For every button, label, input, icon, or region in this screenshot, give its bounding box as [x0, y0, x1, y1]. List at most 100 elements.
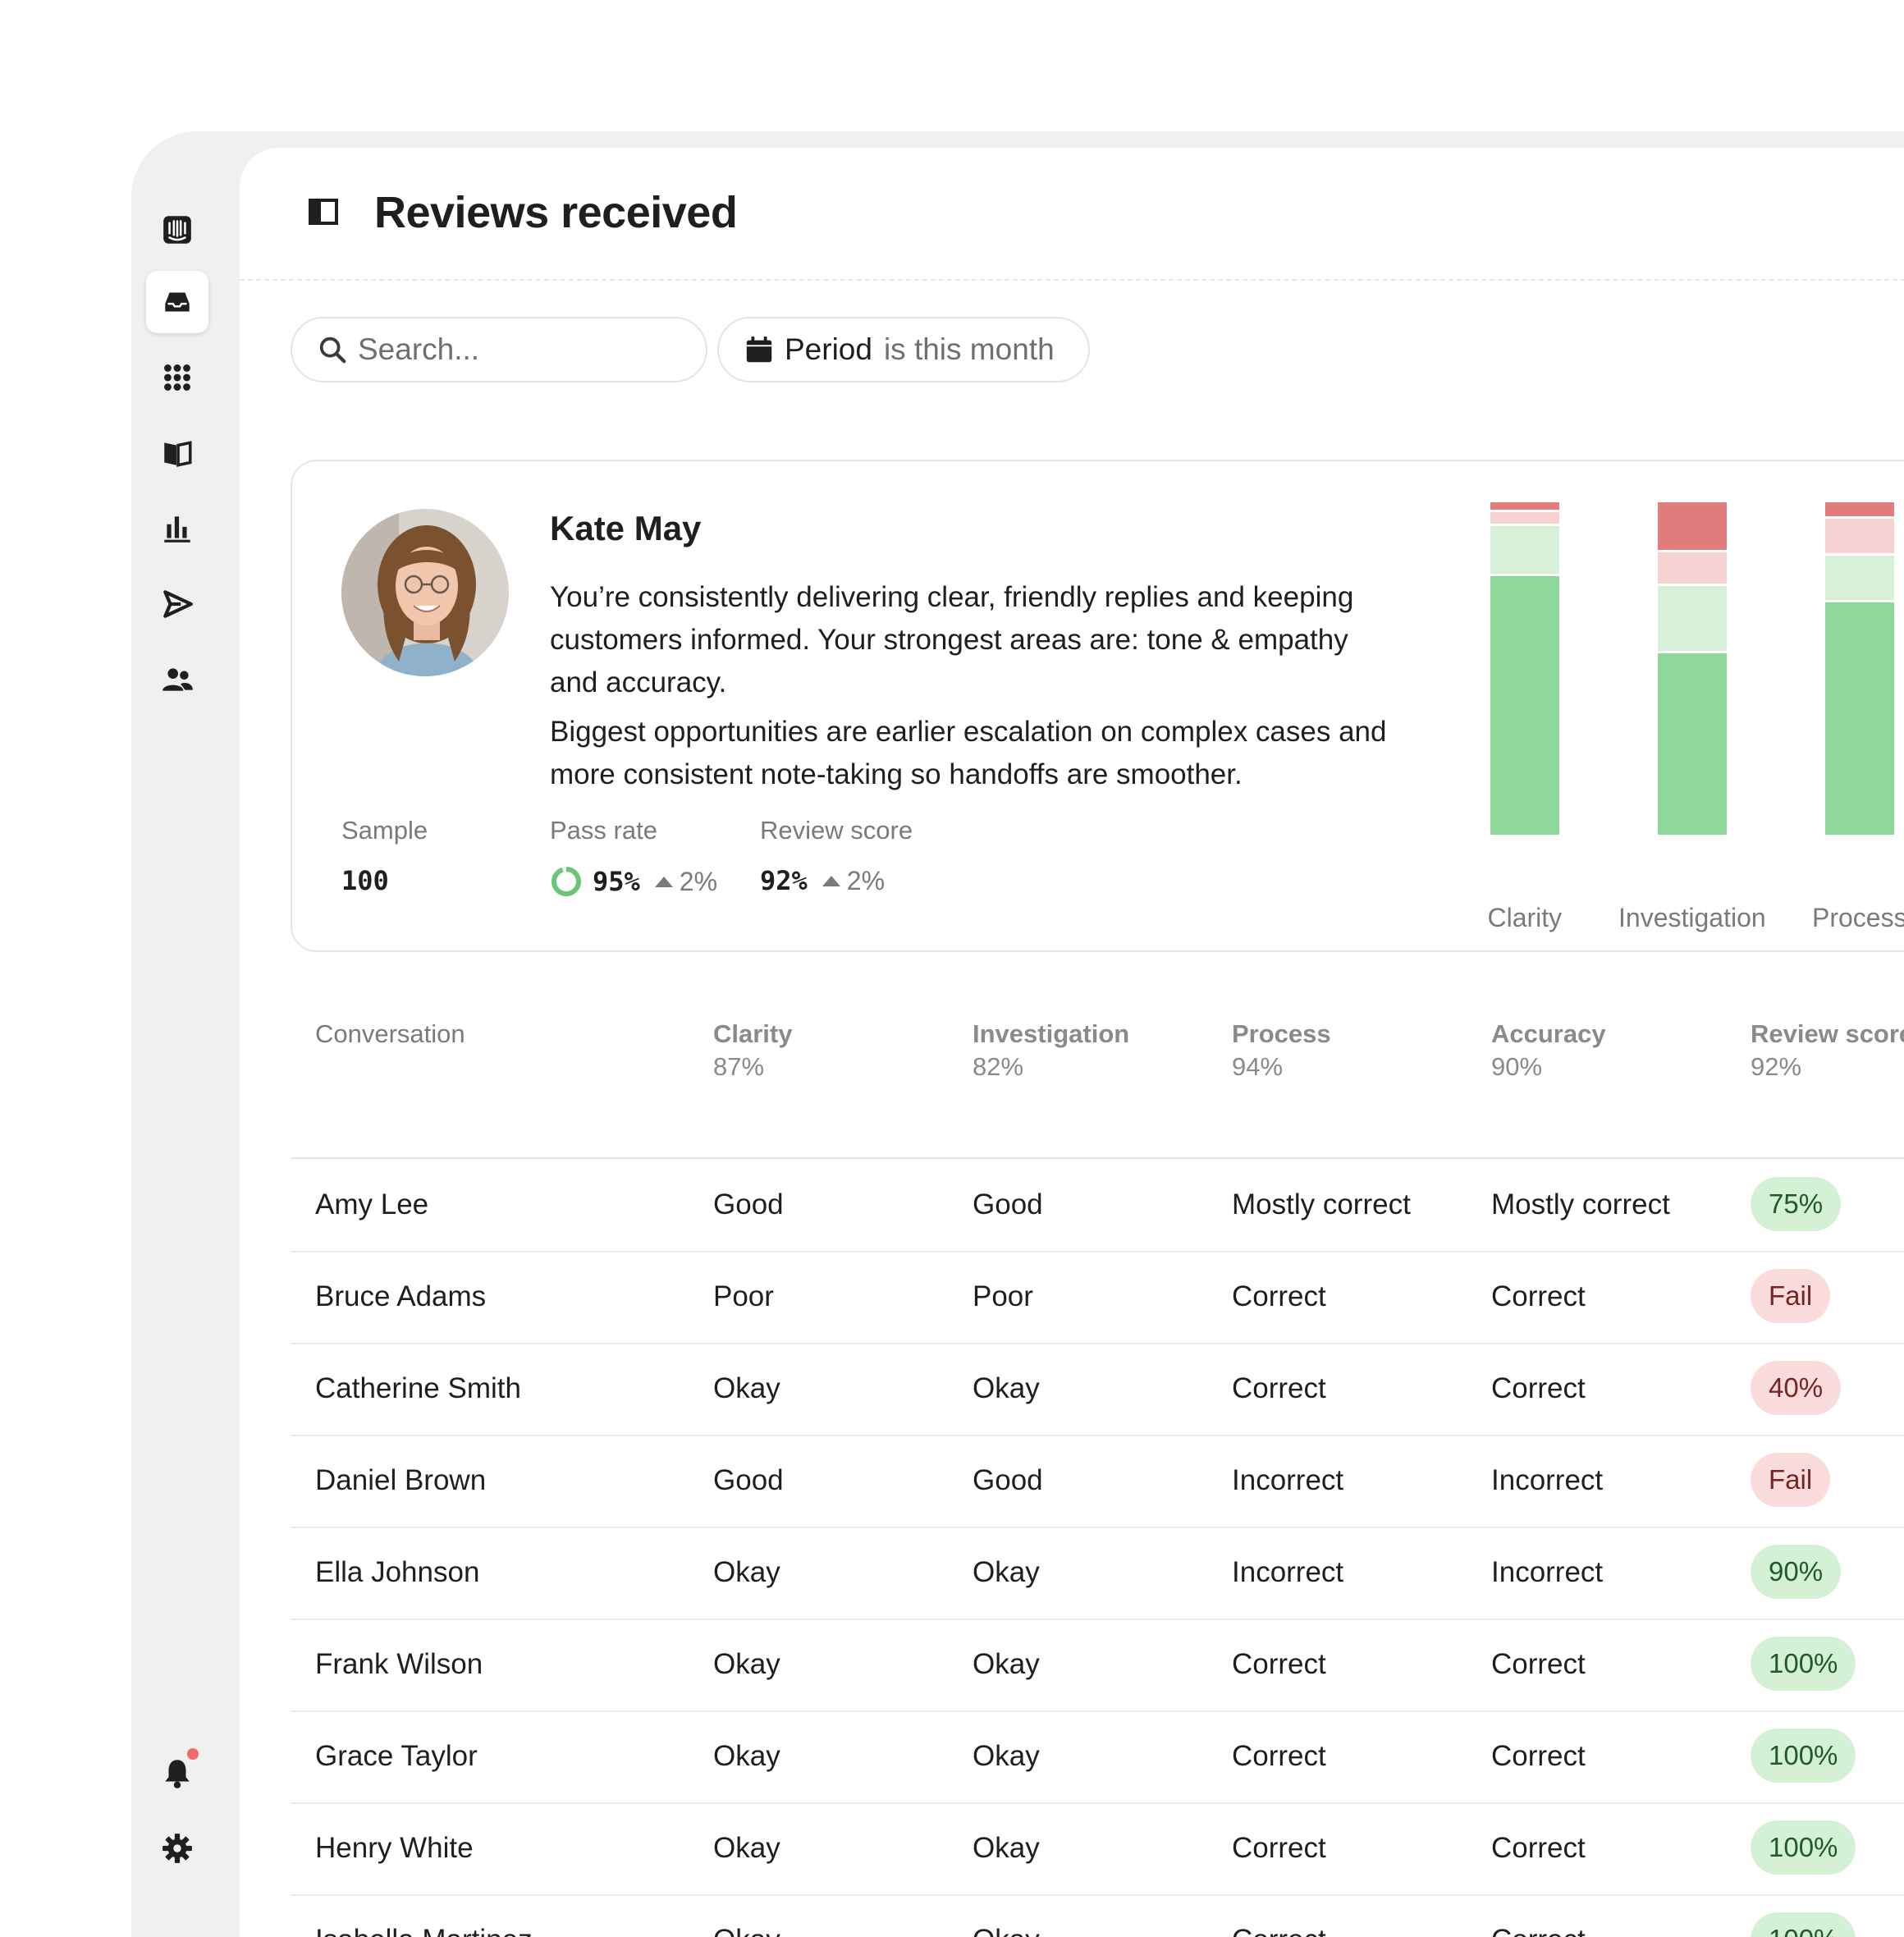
page-title: Reviews received — [374, 188, 738, 237]
notification-dot — [187, 1748, 199, 1760]
cell-accuracy: Correct — [1491, 1648, 1586, 1680]
review-score-delta: 2% — [821, 866, 885, 896]
review-score-delta-value: 2% — [846, 865, 886, 895]
table-row[interactable]: Grace Taylor Okay Okay Correct Correct 100% — [291, 1710, 1904, 1804]
bar-segment-investigation-2[interactable] — [1658, 552, 1727, 584]
conversation-name[interactable]: Grace Taylor — [315, 1740, 478, 1773]
main-panel: Reviews received Search... Period is thi… — [240, 148, 1904, 1937]
table-row[interactable]: Ella Johnson Okay Okay Incorrect Incorrect 90… — [291, 1527, 1904, 1620]
agent-summary: You’re consistently delivering clear, fr… — [550, 576, 1403, 803]
cell-investigation: Okay — [973, 1740, 1040, 1772]
col-title: Review score — [1751, 1019, 1904, 1048]
period-filter-key: Period — [785, 332, 872, 366]
agent-summary-card: Kate May You’re consistently delivering … — [291, 460, 1904, 952]
criteria-bar-chart: Clarity Investigation Process — [1458, 502, 1904, 932]
app-shell: Reviews received Search... Period is thi… — [131, 131, 1904, 1937]
bar-segment-process-2[interactable] — [1825, 519, 1894, 554]
bar-segment-clarity-1[interactable] — [1490, 525, 1559, 574]
bar-segment-process-0[interactable] — [1825, 602, 1894, 835]
col-header-conversation[interactable]: Conversation — [315, 1018, 465, 1051]
cell-investigation: Okay — [973, 1924, 1040, 1937]
table-row[interactable]: Catherine Smith Okay Okay Correct Correct 40% — [291, 1343, 1904, 1436]
cell-accuracy: Incorrect — [1491, 1464, 1604, 1496]
cell-accuracy: Mostly correct — [1491, 1188, 1670, 1220]
col-header-review-score[interactable]: Review score 92% — [1751, 1018, 1904, 1083]
cell-investigation: Okay — [973, 1556, 1040, 1588]
bar-segment-process-1[interactable] — [1825, 556, 1894, 601]
apps-grid-icon[interactable] — [146, 346, 208, 409]
cell-process: Correct — [1232, 1832, 1326, 1864]
cell-process: Incorrect — [1232, 1556, 1344, 1588]
conversation-name[interactable]: Frank Wilson — [315, 1648, 483, 1681]
col-header-accuracy[interactable]: Accuracy 90% — [1491, 1018, 1606, 1083]
review-score-badge: Fail — [1751, 1269, 1831, 1323]
bar-segment-investigation-1[interactable] — [1658, 586, 1727, 651]
cell-investigation: Okay — [973, 1648, 1040, 1680]
summary-opportunities: Biggest opportunities are earlier escala… — [550, 716, 1387, 790]
col-title: Conversation — [315, 1019, 465, 1048]
review-score-badge: 40% — [1751, 1361, 1842, 1415]
table-row[interactable]: Henry White Okay Okay Correct Correct 100% — [291, 1802, 1904, 1896]
cell-clarity: Okay — [713, 1740, 780, 1772]
calendar-icon — [746, 336, 772, 363]
cell-clarity: Okay — [713, 1556, 780, 1588]
conversation-name[interactable]: Isabella Martinez — [315, 1924, 533, 1937]
period-filter[interactable]: Period is this month — [717, 317, 1090, 382]
search-input[interactable]: Search... — [291, 317, 707, 382]
col-header-clarity[interactable]: Clarity 87% — [713, 1018, 792, 1083]
conversation-name[interactable]: Amy Lee — [315, 1188, 428, 1221]
conversation-name[interactable]: Daniel Brown — [315, 1464, 486, 1497]
table-row[interactable]: Isabella Martinez Okay Okay Correct Correct 1… — [291, 1894, 1904, 1937]
bar-segment-clarity-3[interactable] — [1490, 502, 1559, 511]
bar-segment-clarity-0[interactable] — [1490, 575, 1559, 835]
col-header-investigation[interactable]: Investigation 82% — [973, 1018, 1129, 1083]
table-row[interactable]: Bruce Adams Poor Poor Correct Correct Fail — [291, 1251, 1904, 1344]
avatar — [341, 509, 509, 676]
trend-up-icon — [654, 877, 673, 887]
gear-icon[interactable] — [146, 1817, 208, 1880]
conversation-name[interactable]: Bruce Adams — [315, 1280, 486, 1313]
contacts-icon[interactable] — [146, 648, 208, 711]
bar-segment-investigation-0[interactable] — [1658, 653, 1727, 835]
intercom-logo-icon[interactable] — [146, 199, 208, 261]
book-icon[interactable] — [146, 422, 208, 484]
cell-clarity: Good — [713, 1464, 784, 1496]
col-title: Process — [1232, 1019, 1331, 1048]
conversation-name[interactable]: Henry White — [315, 1832, 474, 1865]
cell-accuracy: Correct — [1491, 1372, 1586, 1404]
summary-strengths: You’re consistently delivering clear, fr… — [550, 581, 1354, 698]
bar-segment-process-3[interactable] — [1825, 502, 1894, 517]
col-sub: 82% — [973, 1052, 1024, 1081]
cell-accuracy: Correct — [1491, 1280, 1586, 1312]
cell-clarity: Poor — [713, 1280, 774, 1312]
cell-process: Correct — [1232, 1740, 1326, 1772]
sidebar-toggle-icon[interactable] — [307, 195, 340, 228]
review-score-badge: Fail — [1751, 1453, 1831, 1507]
col-header-process[interactable]: Process 94% — [1232, 1018, 1331, 1083]
period-filter-value: is this month — [883, 332, 1055, 366]
pass-rate-delta-value: 2% — [679, 866, 718, 896]
reports-icon[interactable] — [146, 497, 208, 560]
conversation-name[interactable]: Ella Johnson — [315, 1556, 479, 1589]
cell-investigation: Good — [973, 1188, 1043, 1220]
review-score-badge: 100% — [1751, 1729, 1856, 1783]
review-score-badge: 100% — [1751, 1637, 1856, 1691]
send-icon[interactable] — [146, 573, 208, 635]
inbox-icon[interactable] — [146, 271, 208, 333]
bar-segment-investigation-3[interactable] — [1658, 502, 1727, 551]
table-row[interactable]: Amy Lee Good Good Mostly correct Mostly corr… — [291, 1159, 1904, 1252]
table-row[interactable]: Daniel Brown Good Good Incorrect Incorrect Fa… — [291, 1435, 1904, 1528]
nav-rail — [131, 131, 240, 1904]
cell-accuracy: Incorrect — [1491, 1556, 1604, 1588]
page-header: Reviews received — [240, 148, 1904, 281]
trend-up-icon — [822, 876, 840, 886]
conversation-name[interactable]: Catherine Smith — [315, 1372, 521, 1405]
bell-icon[interactable] — [146, 1742, 208, 1804]
bar-segment-clarity-2[interactable] — [1490, 512, 1559, 524]
cell-investigation: Good — [973, 1464, 1043, 1496]
review-score-badge: 90% — [1751, 1545, 1842, 1599]
sample-number: 100 — [341, 865, 389, 896]
table-row[interactable]: Frank Wilson Okay Okay Correct Correct 100% — [291, 1619, 1904, 1712]
cell-accuracy: Correct — [1491, 1832, 1586, 1864]
review-score-badge: 100% — [1751, 1820, 1856, 1875]
